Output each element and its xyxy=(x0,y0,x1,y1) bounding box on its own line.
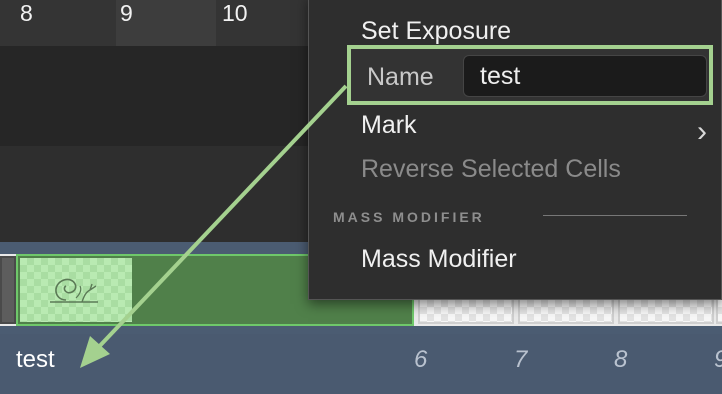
ruler-column xyxy=(0,0,116,46)
menu-item-mark[interactable]: Mark xyxy=(361,111,417,140)
name-label: Name xyxy=(367,63,434,91)
level-name: test xyxy=(16,346,55,373)
snail-drawing-icon xyxy=(50,278,98,303)
frame-tick: 9 xyxy=(120,0,133,26)
frame-number: 7 xyxy=(514,346,528,373)
menu-item-reverse-selected-cells: Reverse Selected Cells xyxy=(361,155,621,183)
cell[interactable] xyxy=(0,256,16,324)
menu-item-set-exposure[interactable]: Set Exposure xyxy=(361,17,511,46)
name-input[interactable] xyxy=(463,55,707,97)
menu-item-name[interactable]: Name xyxy=(347,45,713,105)
selected-cell-thumbnail[interactable] xyxy=(20,258,132,322)
frame-tick: 10 xyxy=(222,0,248,26)
frame-number: 6 xyxy=(414,346,428,373)
menu-item-mass-modifier[interactable]: Mass Modifier xyxy=(361,245,517,274)
frame-tick: 8 xyxy=(20,0,33,26)
section-divider xyxy=(543,215,687,216)
chevron-right-icon: › xyxy=(697,115,707,148)
section-header-mass-modifier: MASS MODIFIER xyxy=(333,209,485,225)
frame-number: 8 xyxy=(614,346,628,373)
frame-number: 9 xyxy=(714,346,722,374)
context-menu: Set Exposure Name Mark › Reverse Selecte… xyxy=(308,0,722,300)
